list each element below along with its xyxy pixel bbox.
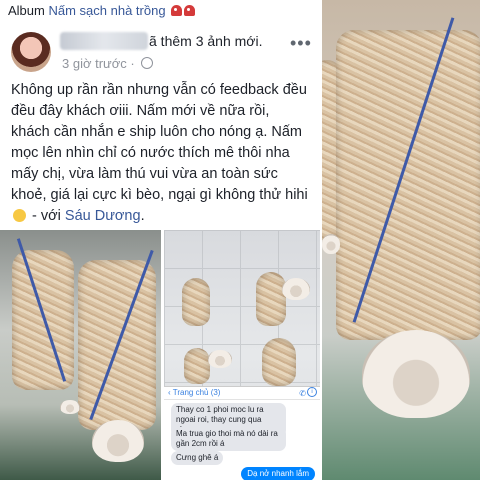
oyster-mushroom	[60, 400, 80, 414]
photo-1[interactable]	[0, 230, 161, 480]
with-label: - với	[28, 208, 65, 224]
oyster-mushroom	[208, 350, 232, 368]
avatar[interactable]	[11, 32, 51, 72]
mushroom-bag	[262, 338, 296, 386]
mushroom-bag	[336, 30, 480, 340]
post-action-text: ã thêm 3 ảnh mới.	[149, 33, 263, 49]
album-name-link[interactable]: Nấm sạch nhà trồng	[48, 3, 165, 18]
tagged-friend-link[interactable]: Sáu Dương	[65, 208, 141, 224]
author-name-redacted	[60, 32, 148, 50]
phone-icon[interactable]: ✆	[299, 388, 306, 400]
messenger-screenshot: ‹ Trang chủ (3) ✆ i Thay co 1 phoi moc l…	[164, 386, 320, 480]
smile-emoji-icon	[13, 209, 26, 222]
oyster-mushroom	[322, 234, 340, 254]
album-bar: Album Nấm sạch nhà trồng	[0, 0, 320, 22]
timestamp-separator: ·	[130, 56, 135, 71]
more-icon[interactable]: •••	[290, 34, 312, 52]
mushroom-emoji-icon	[171, 5, 183, 16]
post-body-text: Không up rần rần nhưng vẫn có feedback đ…	[11, 82, 308, 203]
post-body-end: .	[140, 208, 145, 224]
mushroom-bag	[182, 278, 210, 326]
photo-3[interactable]	[322, 0, 480, 480]
post-body: Không up rần rần nhưng vẫn có feedback đ…	[11, 80, 311, 227]
timestamp-text: 3 giờ trước	[62, 56, 127, 71]
album-prefix: Album	[8, 3, 45, 18]
facebook-post: Album Nấm sạch nhà trồng ã thêm 3 ảnh mớ…	[0, 0, 320, 480]
oyster-mushroom	[92, 420, 144, 462]
oyster-mushroom	[362, 330, 470, 418]
globe-icon	[141, 57, 154, 69]
chat-message-incoming: Cưng ghê á	[171, 451, 224, 465]
info-icon[interactable]: i	[307, 387, 317, 397]
chat-message-outgoing: Dạ nở nhanh lắm	[241, 467, 315, 480]
mushroom-bag	[256, 272, 286, 326]
oyster-mushroom	[282, 278, 310, 300]
chat-header: ‹ Trang chủ (3) ✆ i	[164, 387, 320, 400]
mushroom-emoji-icon	[184, 5, 196, 16]
chat-message-incoming: Ma trua gio thoi mà nó dài ra gần 2cm rồ…	[171, 427, 286, 451]
post-timestamp[interactable]: 3 giờ trước ·	[62, 56, 154, 71]
chat-back-link[interactable]: ‹ Trang chủ (3)	[168, 388, 220, 397]
mushroom-bag	[184, 348, 210, 384]
